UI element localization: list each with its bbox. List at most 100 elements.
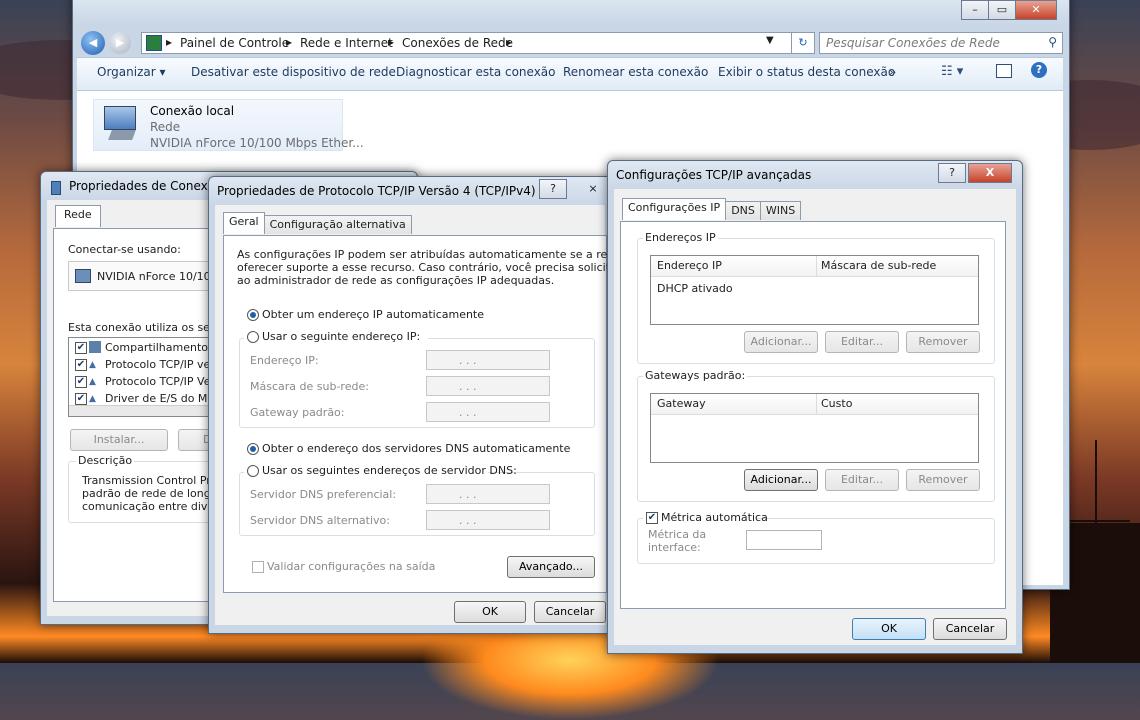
refresh-icon[interactable]: ↻	[791, 32, 815, 54]
col-subnet-mask[interactable]: Máscara de sub-rede	[821, 259, 936, 272]
manual-dns-radio[interactable]	[247, 465, 259, 477]
items-label: Esta conexão utiliza os seguir	[68, 321, 232, 334]
validate-label[interactable]: Validar configurações na saída	[267, 560, 435, 573]
close-button[interactable]: ⨯	[579, 179, 607, 199]
help-icon[interactable]: ?	[1031, 62, 1047, 78]
ok-button[interactable]: OK	[454, 601, 526, 623]
close-button[interactable]: ✕	[1015, 0, 1057, 20]
checkbox[interactable]: ✔	[75, 342, 87, 354]
search-placeholder: Pesquisar Conexões de Rede	[826, 36, 1000, 50]
auto-dns-radio[interactable]	[247, 443, 259, 455]
close-button[interactable]: X	[968, 163, 1012, 183]
tab-wins[interactable]: WINS	[759, 201, 802, 220]
remove-gateway-button[interactable]: Remover	[906, 469, 980, 491]
address-bar[interactable]: ▸ Painel de Controle ▸ Rede e Internet ▸…	[141, 32, 803, 54]
back-icon[interactable]: ◀	[81, 31, 105, 55]
metric-label: interface:	[648, 541, 701, 554]
edit-gateway-button[interactable]: Editar...	[825, 469, 899, 491]
checkbox[interactable]: ✔	[75, 393, 87, 405]
forward-icon[interactable]: ▶	[109, 32, 131, 54]
search-icon: ⚲	[1048, 35, 1057, 49]
ip-address-list[interactable]: Endereço IP Máscara de sub-rede DHCP ati…	[650, 255, 979, 325]
adapter-icon	[75, 269, 91, 283]
col-ip-address[interactable]: Endereço IP	[657, 259, 722, 272]
rename-button[interactable]: Renomear esta conexão	[563, 65, 708, 79]
checkbox[interactable]: ✔	[75, 359, 87, 371]
connection-adapter: NVIDIA nForce 10/100 Mbps Ether...	[150, 136, 364, 150]
add-gateway-button[interactable]: Adicionar...	[744, 469, 818, 491]
cancel-button[interactable]: Cancelar	[933, 618, 1007, 640]
views-icon[interactable]: ☷ ▾	[941, 64, 963, 79]
connection-item[interactable]: Conexão local Rede NVIDIA nForce 10/100 …	[93, 99, 364, 151]
list-header: Gateway Custo	[651, 394, 978, 415]
ip-address-field[interactable]: . . .	[426, 350, 550, 370]
auto-ip-radio[interactable]	[247, 309, 259, 321]
auto-ip-label[interactable]: Obter um endereço IP automaticamente	[262, 308, 484, 321]
window-title: Configurações TCP/IP avançadas	[616, 168, 812, 182]
checkbox[interactable]: ✔	[75, 376, 87, 388]
tab-page: Endereços IP Endereço IP Máscara de sub-…	[620, 221, 1006, 609]
preferred-dns-field[interactable]: . . .	[426, 484, 550, 504]
metric-field[interactable]	[746, 530, 822, 550]
metric-label: Métrica da	[648, 528, 707, 541]
tab-page: As configurações IP podem ser atribuídas…	[223, 235, 621, 593]
manual-ip-label[interactable]: Usar o seguinte endereço IP:	[262, 330, 420, 343]
organize-menu[interactable]: Organizar ▾	[97, 65, 166, 79]
ok-button[interactable]: OK	[852, 618, 926, 640]
connection-type: Rede	[150, 120, 181, 134]
subnet-mask-field[interactable]: . . .	[426, 376, 550, 396]
auto-metric-label[interactable]: Métrica automática	[661, 511, 768, 524]
window-title: Propriedades de Conexão	[69, 179, 223, 193]
preview-pane-icon[interactable]	[996, 64, 1012, 78]
alternate-dns-field[interactable]: . . .	[426, 510, 550, 530]
adapter-name: NVIDIA nForce 10/100	[97, 270, 218, 283]
protocol-icon: ▲	[89, 360, 96, 370]
manual-dns-label[interactable]: Usar os seguintes endereços de servidor …	[262, 464, 517, 477]
diagnose-button[interactable]: Diagnosticar esta conexão	[396, 65, 556, 79]
tab-alternate[interactable]: Configuração alternativa	[263, 215, 412, 234]
auto-metric-checkbox[interactable]: ✔	[646, 512, 658, 524]
advanced-tcpip-window: Configurações TCP/IP avançadas ? X Confi…	[607, 160, 1023, 654]
connection-name: Conexão local	[150, 104, 235, 118]
validate-checkbox[interactable]	[252, 561, 264, 573]
intro-line: As configurações IP podem ser atribuídas…	[237, 248, 622, 261]
tab-dns[interactable]: DNS	[725, 201, 761, 220]
gateway-field[interactable]: . . .	[426, 402, 550, 422]
list-header: Endereço IP Máscara de sub-rede	[651, 256, 978, 277]
network-icon	[51, 181, 61, 195]
chevron-down-icon[interactable]: ▼	[766, 35, 774, 46]
share-icon	[89, 341, 101, 353]
remove-ip-button[interactable]: Remover	[906, 331, 980, 353]
search-input[interactable]: Pesquisar Conexões de Rede ⚲	[819, 32, 1063, 54]
alternate-dns-label: Servidor DNS alternativo:	[250, 514, 390, 527]
maximize-button[interactable]: ▭	[988, 0, 1016, 20]
description-label: Descrição	[76, 454, 135, 467]
minimize-button[interactable]: –	[961, 0, 989, 20]
dhcp-enabled-row[interactable]: DHCP ativado	[657, 282, 733, 295]
col-gateway[interactable]: Gateway	[657, 397, 706, 410]
cancel-button[interactable]: Cancelar	[534, 601, 606, 623]
tab-network[interactable]: Rede	[55, 205, 101, 227]
edit-ip-button[interactable]: Editar...	[825, 331, 899, 353]
antenna	[1070, 520, 1130, 522]
help-button[interactable]: ?	[539, 179, 567, 199]
gateway-list[interactable]: Gateway Custo	[650, 393, 979, 463]
install-button[interactable]: Instalar...	[70, 429, 168, 451]
disable-device-button[interactable]: Desativar este dispositivo de rede	[191, 65, 396, 79]
tab-general[interactable]: Geral	[223, 212, 265, 234]
more-commands-button[interactable]: »	[889, 65, 896, 79]
add-ip-button[interactable]: Adicionar...	[744, 331, 818, 353]
breadcrumb-control-panel[interactable]: Painel de Controle	[180, 36, 289, 50]
intro-line: ao administrador de rede as configuraçõe…	[237, 274, 555, 287]
breadcrumb-connections[interactable]: Conexões de Rede	[402, 36, 513, 50]
breadcrumb-network[interactable]: Rede e Internet	[300, 36, 393, 50]
control-panel-icon	[146, 35, 162, 51]
manual-ip-radio[interactable]	[247, 331, 259, 343]
col-cost[interactable]: Custo	[821, 397, 852, 410]
tab-ip-settings[interactable]: Configurações IP	[622, 198, 727, 220]
intro-line: oferecer suporte a esse recurso. Caso co…	[237, 261, 622, 274]
auto-dns-label[interactable]: Obter o endereço dos servidores DNS auto…	[262, 442, 570, 455]
view-status-button[interactable]: Exibir o status desta conexão	[718, 65, 895, 79]
help-button[interactable]: ?	[938, 163, 966, 183]
advanced-button[interactable]: Avançado...	[507, 556, 595, 578]
